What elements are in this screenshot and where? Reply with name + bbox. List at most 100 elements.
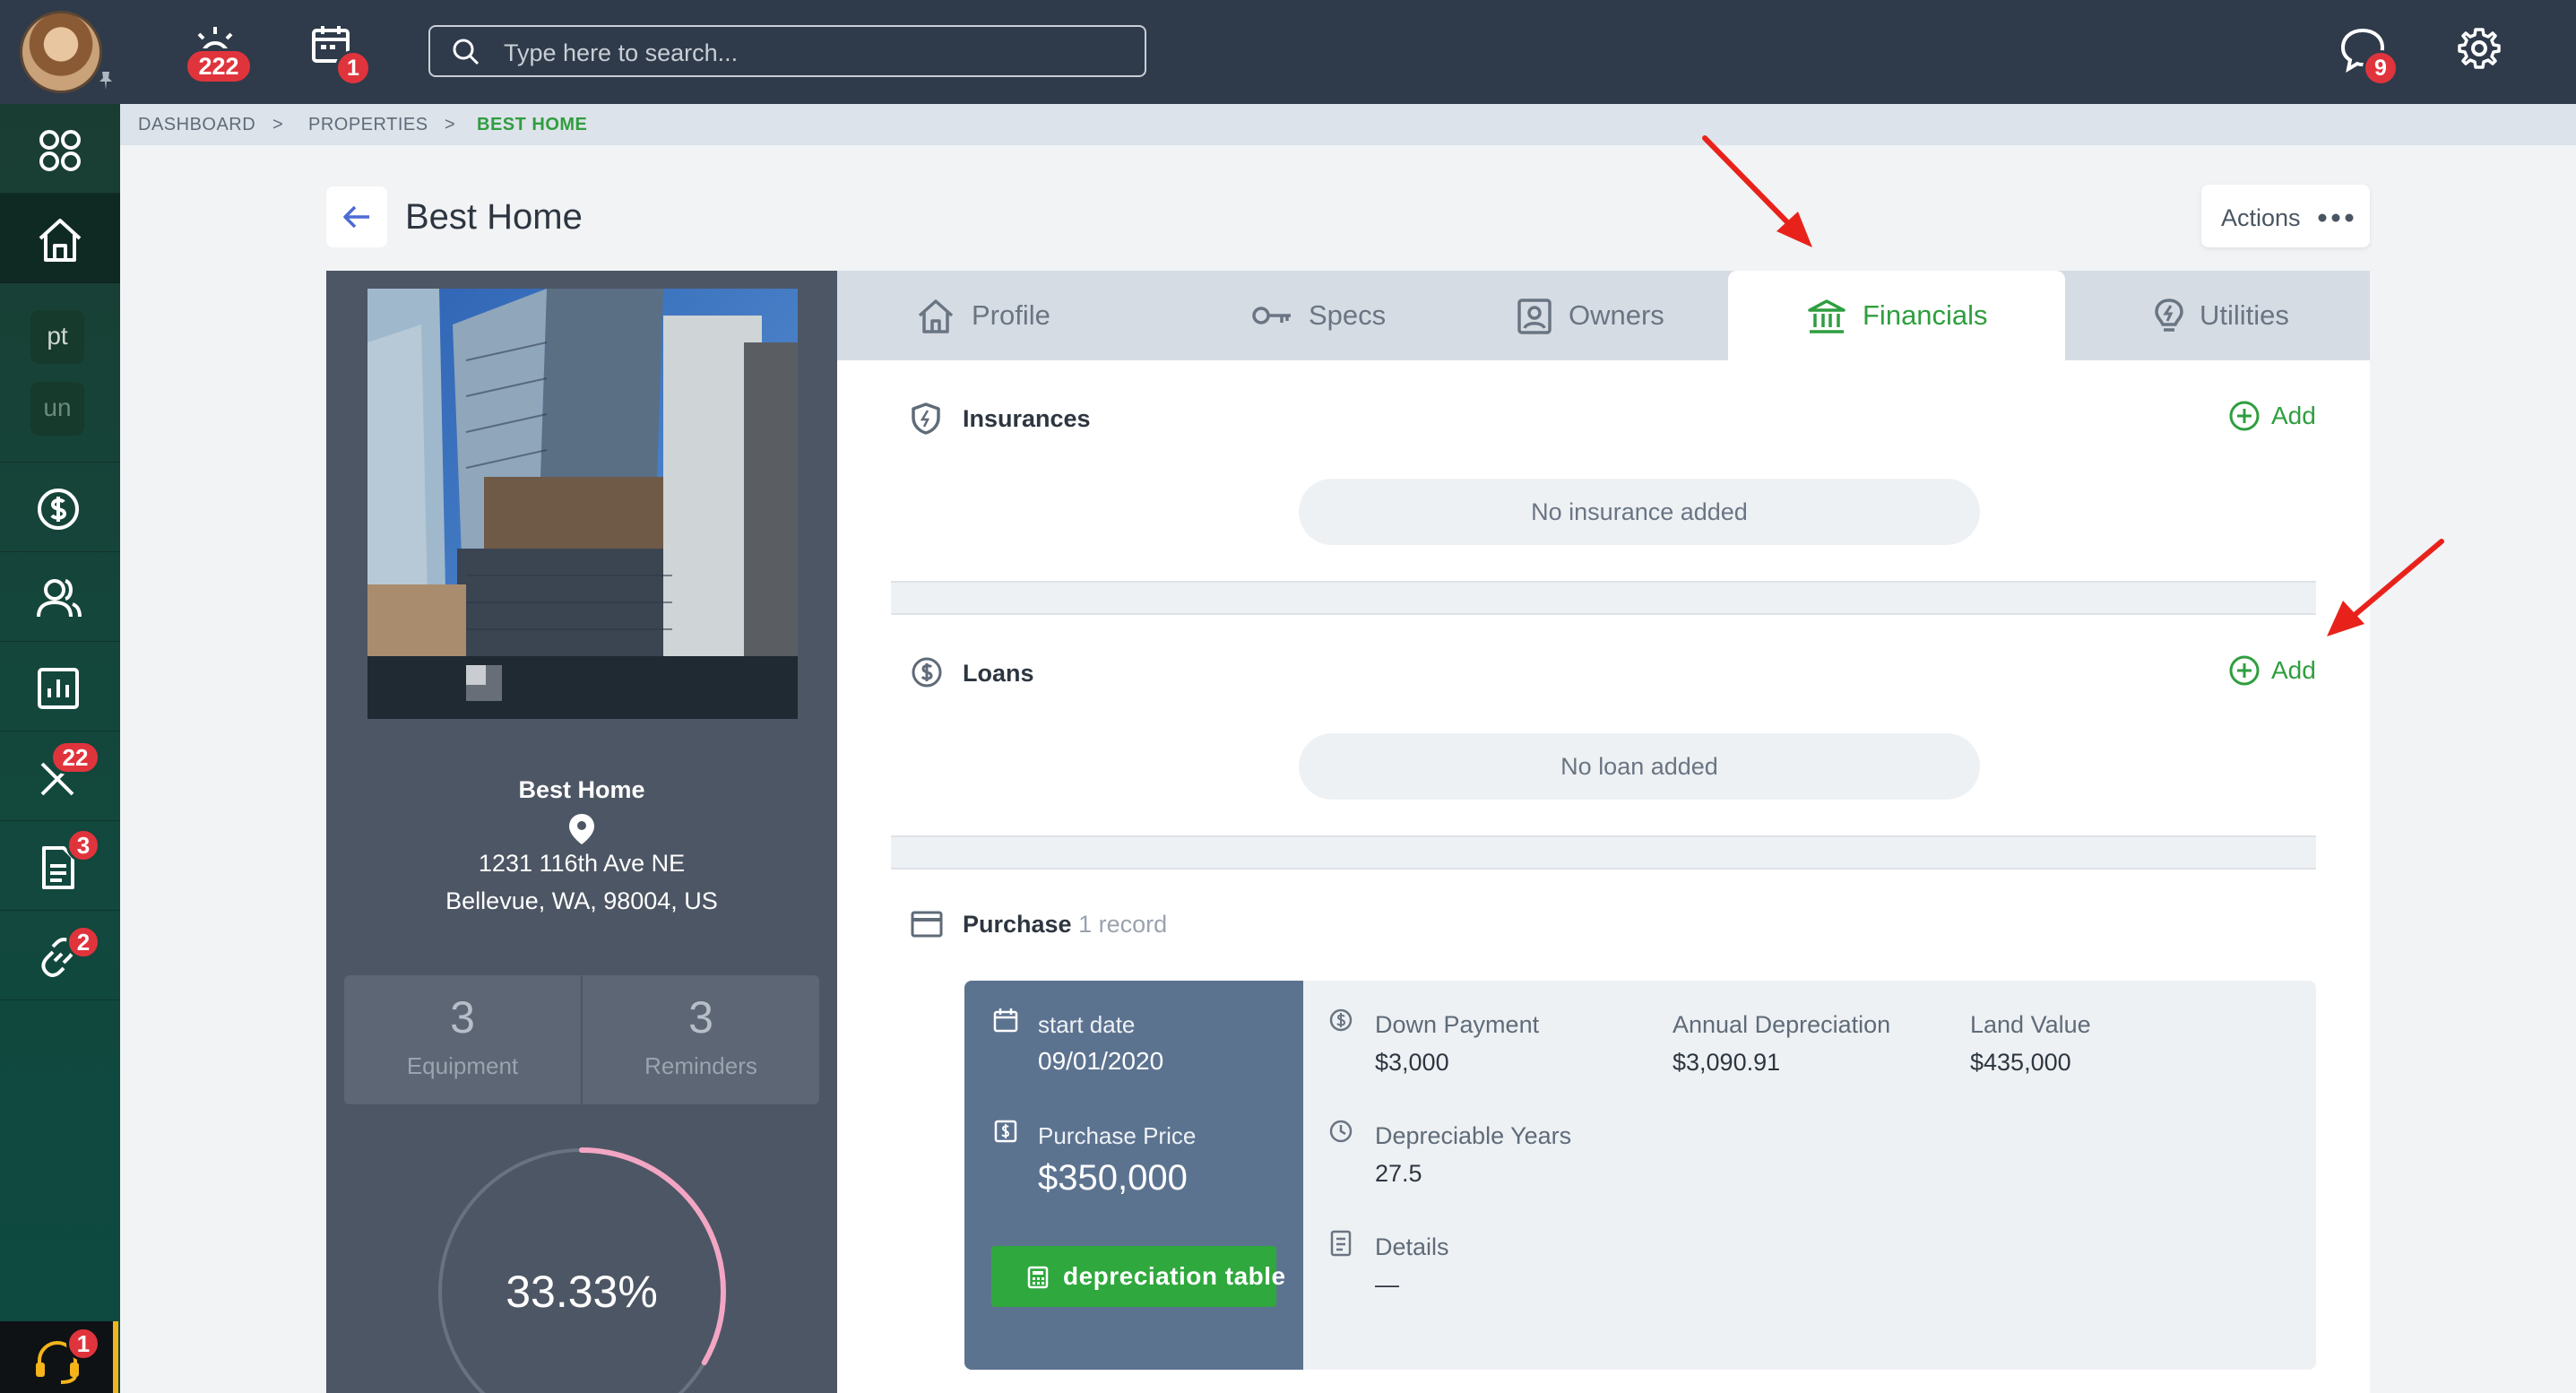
annual-depreciation-label: Annual Depreciation: [1673, 1011, 1891, 1038]
breadcrumb-dashboard[interactable]: DASHBOARD: [138, 115, 255, 135]
equipment-label: Equipment: [406, 1052, 519, 1079]
bank-icon: [1808, 299, 1846, 333]
depreciable-years-label: Depreciable Years: [1375, 1122, 1572, 1149]
tab-profile-label: Profile: [972, 299, 1050, 331]
rail-chip-pt[interactable]: pt: [30, 310, 84, 364]
rail-item-financials[interactable]: [0, 463, 120, 552]
reminders-label: Reminders: [644, 1052, 757, 1079]
breadcrumb: DASHBOARD > PROPERTIES > BEST HOME: [120, 104, 2576, 145]
depreciable-years-value: 27.5: [1375, 1160, 1422, 1187]
apps-grid-icon: [39, 130, 81, 171]
depreciation-table-button[interactable]: depreciation table: [991, 1246, 1285, 1307]
breadcrumb-properties[interactable]: PROPERTIES: [308, 115, 428, 135]
arrow-left-icon: [343, 205, 369, 229]
details-value: —: [1375, 1271, 1399, 1298]
details-label: Details: [1375, 1233, 1449, 1260]
rail-item-contacts[interactable]: [0, 552, 120, 642]
insurance-empty-state: No insurance added: [1299, 479, 1980, 545]
credit-card-icon: [911, 911, 943, 938]
depreciation-table-label: depreciation table: [1063, 1262, 1286, 1290]
property-photo[interactable]: [367, 289, 798, 719]
documents-badge: 3: [66, 828, 100, 862]
users-icon: [37, 579, 82, 618]
help-badge: 1: [66, 1327, 100, 1361]
dollar-circle-icon: [912, 657, 942, 688]
financials-panel: Insurances Add No insurance added Loans …: [837, 360, 2370, 1393]
rail-item-apps[interactable]: [0, 104, 120, 194]
page-title: Best Home: [405, 197, 583, 237]
maintenance-badge: 22: [50, 740, 100, 774]
tab-specs[interactable]: Specs: [1169, 271, 1482, 360]
settings-button[interactable]: [2458, 27, 2504, 74]
property-address-line2: Bellevue, WA, 98004, US: [445, 887, 718, 914]
breadcrumb-separator: >: [272, 115, 283, 134]
down-payment-label: Down Payment: [1375, 1011, 1540, 1038]
reminders-count: 3: [688, 992, 713, 1043]
rail-item-maintenance[interactable]: 22: [0, 731, 120, 821]
alerts-badge: 222: [185, 48, 253, 84]
search-icon: [453, 39, 480, 65]
down-payment-value: $3,000: [1375, 1049, 1449, 1076]
more-dots-icon: [2318, 213, 2354, 222]
purchase-price-value: $350,000: [1038, 1158, 1188, 1198]
property-stats: 3 Equipment 3 Reminders: [344, 975, 819, 1104]
land-value-label: Land Value: [1970, 1011, 2091, 1038]
land-value-value: $435,000: [1970, 1049, 2071, 1076]
rail-item-workspaces: pt un: [0, 283, 120, 463]
calendar-badge: 1: [335, 50, 371, 86]
lightbulb-icon: [2155, 298, 2183, 332]
pin-icon[interactable]: [93, 68, 118, 93]
price-tag-icon: [994, 1120, 1017, 1143]
links-badge: 2: [66, 925, 100, 959]
equipment-stat[interactable]: 3 Equipment: [344, 975, 581, 1104]
notes-icon: [1330, 1230, 1352, 1257]
property-summary-panel: Best Home 1231 116th Ave NE Bellevue, WA…: [326, 271, 837, 1393]
rail-item-documents[interactable]: 3: [0, 821, 120, 911]
purchase-title: Purchase 1 record: [963, 911, 1167, 939]
breadcrumb-separator: >: [445, 115, 455, 134]
location-pin-icon: [569, 814, 594, 844]
tab-utilities-label: Utilities: [2200, 299, 2289, 331]
tab-financials-label: Financials: [1863, 299, 1988, 331]
property-address-line1: 1231 116th Ave NE: [478, 850, 686, 877]
gear-icon: [2458, 28, 2501, 69]
search-input[interactable]: Type here to search...: [428, 25, 1146, 77]
annotation-arrow-financials: [1702, 135, 1812, 247]
home-icon: [918, 299, 954, 333]
home-icon: [39, 219, 82, 262]
rail-item-links[interactable]: 2: [0, 911, 120, 1000]
purchase-record-card[interactable]: start date 09/01/2020 Purchase Price $35…: [964, 981, 2316, 1370]
add-loan-label: Add: [2271, 656, 2316, 684]
tab-profile[interactable]: Profile: [837, 271, 1169, 360]
rail-item-properties[interactable]: [0, 194, 120, 283]
start-date-label: start date: [1038, 1011, 1136, 1038]
bar-chart-icon: [38, 668, 79, 709]
actions-label: Actions: [2221, 204, 2301, 231]
loans-title: Loans: [963, 660, 1034, 687]
owner-card-icon: [1517, 298, 1552, 334]
reminders-stat[interactable]: 3 Reminders: [583, 975, 819, 1104]
calendar-icon: [993, 1008, 1018, 1033]
annual-depreciation-value: $3,090.91: [1673, 1049, 1781, 1076]
top-bar: 222 1 Type here to search... 9: [0, 0, 2576, 104]
purchase-price-label: Purchase Price: [1038, 1122, 1197, 1149]
tab-utilities[interactable]: Utilities: [2065, 271, 2370, 360]
equipment-count: 3: [450, 992, 475, 1043]
user-avatar[interactable]: [20, 11, 102, 93]
dollar-circle-icon: [1329, 1008, 1353, 1032]
completion-value: 33.33%: [506, 1267, 658, 1317]
tab-financials[interactable]: Financials: [1728, 271, 2065, 360]
actions-button[interactable]: Actions: [2201, 185, 2370, 247]
chat-badge: 9: [2363, 50, 2399, 86]
tab-owners-label: Owners: [1569, 299, 1664, 331]
purchase-title-text: Purchase: [963, 911, 1072, 938]
back-button[interactable]: [326, 186, 387, 247]
clock-icon: [1329, 1120, 1353, 1143]
property-name: Best Home: [518, 776, 645, 803]
rail-item-reports[interactable]: [0, 642, 120, 731]
rail-chip-un[interactable]: un: [30, 382, 84, 436]
search-placeholder: Type here to search...: [504, 39, 739, 66]
key-icon: [1252, 307, 1291, 324]
property-tabs: Profile Specs Owners Financials Utilitie…: [837, 271, 2370, 360]
help-button[interactable]: 1: [0, 1321, 118, 1393]
